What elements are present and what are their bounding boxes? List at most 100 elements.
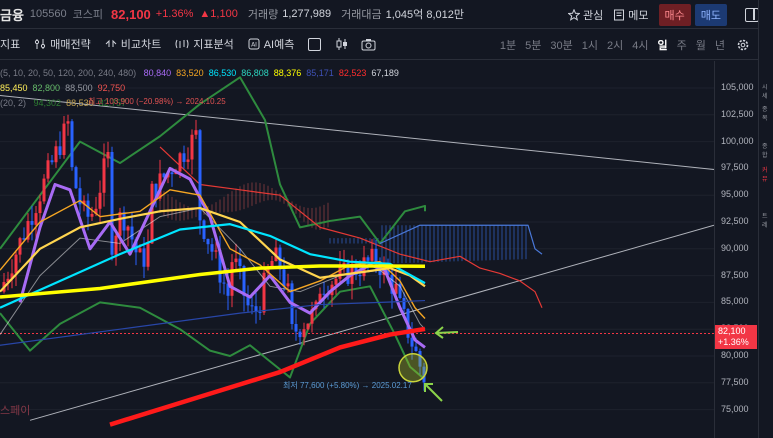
price-axis[interactable]: 105,000 102,500 100,000 97,500 95,000 92,500 9… (714, 61, 758, 438)
right-side-panel: 시세 종목 종합 커뮤 트레 (758, 0, 773, 438)
side-item-quote[interactable]: 시세 (762, 82, 773, 100)
ma-value-5: 85,171 (306, 68, 334, 78)
timeframe-day[interactable]: 일 (658, 37, 668, 53)
candle-body (334, 278, 338, 285)
timeframe-2h[interactable]: 2시 (607, 37, 623, 53)
candle-body (46, 160, 50, 179)
candlestick-icon[interactable] (335, 37, 349, 51)
indicators-button[interactable]: 지표 (0, 36, 20, 52)
candle-body (66, 121, 70, 124)
current-price-tag-pct: +1.36% (718, 337, 749, 347)
up-triangle-icon: ▲ (199, 8, 211, 20)
side-item-community[interactable]: 커뮤 (762, 165, 773, 183)
candle-body (38, 201, 42, 214)
side-item-stock[interactable]: 종목 (762, 104, 773, 122)
compare-chart-button[interactable]: 비교차트 (105, 36, 161, 52)
camera-icon[interactable] (361, 38, 376, 51)
timeframe-4h[interactable]: 4시 (632, 37, 648, 53)
candle-body (58, 146, 62, 156)
price-tick: 100,000 (721, 135, 754, 146)
candle-body (206, 238, 210, 245)
price-tick: 77,500 (721, 376, 749, 387)
timeframe-5m[interactable]: 5분 (525, 37, 541, 53)
candle-body (106, 152, 110, 159)
timeframe-month[interactable]: 월 (696, 37, 706, 53)
header-actions: 관심 메모 매수 매도 (568, 0, 773, 29)
timeframe-week[interactable]: 주 (677, 37, 687, 53)
stock-name[interactable]: 금융 (0, 5, 24, 24)
sell-button[interactable]: 매도 (694, 3, 727, 26)
price-chart[interactable]: (5, 10, 20, 50, 120, 200, 240, 480) 80,8… (0, 61, 714, 438)
candle-body (198, 130, 202, 221)
gear-icon[interactable] (736, 38, 750, 52)
candle-body (202, 220, 206, 239)
price-tick: 75,000 (721, 403, 749, 414)
candle-body (258, 312, 262, 314)
amount-value: 1,045억 8,012만 (385, 9, 464, 21)
candle-body (90, 213, 94, 217)
square-draw-icon[interactable] (308, 37, 322, 51)
candle-body (366, 257, 370, 261)
star-icon (568, 8, 580, 21)
strategy-button[interactable]: 매매전략 (34, 36, 91, 52)
change-amount-value: 1,100 (210, 8, 238, 20)
watchlist-button[interactable]: 관심 (568, 7, 603, 23)
candle-body (402, 298, 406, 309)
candle-body (74, 167, 78, 189)
chart-toolbar: 지표 매매전략 비교차트 지표분석 AI AI예측 1분 5분 30분 1시 2… (0, 29, 758, 60)
timeframe-year[interactable]: 년 (715, 37, 725, 53)
ichimoku-value-0: 85,450 (0, 83, 28, 93)
stock-code: 105560 (29, 8, 67, 20)
candle-body (54, 146, 58, 163)
ma-values: 80,840 83,520 86,530 86,808 88,376 85,171 82,5… (144, 68, 404, 78)
candle-body (62, 123, 66, 156)
ma-value-2: 86,530 (208, 68, 237, 78)
candle-body (286, 283, 290, 287)
candle-body (34, 213, 38, 225)
side-panel-toggle-icon[interactable] (745, 7, 759, 22)
candle-body (282, 269, 286, 287)
candle-body (130, 226, 134, 240)
candle-body (210, 244, 214, 252)
candle-body (358, 274, 362, 277)
ma-params: (5, 10, 20, 50, 120, 200, 240, 480) (0, 68, 137, 78)
change-percent: +1.36% (155, 8, 194, 20)
candle-body (126, 226, 130, 231)
low-highlight-circle (398, 353, 428, 383)
timeframe-1m[interactable]: 1분 (500, 37, 516, 53)
price-arrow (435, 331, 459, 334)
current-price: 82,100 (111, 6, 151, 22)
ichimoku-legend: 85,450 82,800 88,500 92,750 (0, 83, 135, 93)
candle-body (98, 192, 102, 209)
candle-body (114, 235, 118, 255)
candle-body (302, 329, 306, 338)
timeframe-30m[interactable]: 30분 (550, 37, 572, 53)
candle-body (230, 262, 234, 296)
memo-button[interactable]: 메모 (613, 7, 649, 23)
watermark-text: 스페이 (0, 405, 31, 417)
ma-legend: (5, 10, 20, 50, 120, 200, 240, 480) 80,8… (0, 68, 409, 78)
current-price-tag-value: 82,100 (718, 326, 746, 336)
side-item-summary[interactable]: 종합 (762, 141, 773, 159)
volume-value: 1,277,989 (282, 8, 332, 20)
candle-body (42, 178, 46, 202)
indicators-label: 지표 (0, 39, 21, 51)
memo-label: 메모 (628, 9, 649, 22)
price-tick: 105,000 (721, 82, 754, 92)
current-price-tag: 82,100 +1.36% (715, 325, 757, 349)
indicator-analysis-button[interactable]: 지표분석 (175, 36, 234, 52)
candle-body (30, 221, 34, 225)
low-arrow (424, 383, 443, 402)
candle-body (250, 305, 254, 307)
compare-label: 비교차트 (120, 39, 162, 51)
candle-body (238, 258, 242, 266)
candle-body (118, 212, 122, 236)
timeframe-1h[interactable]: 1시 (582, 37, 598, 53)
candle-body (146, 243, 150, 267)
ichimoku-value-1: 82,800 (32, 83, 61, 93)
ai-forecast-button[interactable]: AI AI예측 (248, 36, 294, 52)
buy-button[interactable]: 매수 (658, 3, 691, 26)
side-item-trade[interactable]: 트레 (762, 211, 773, 229)
candle-body (294, 323, 298, 332)
price-tick: 87,500 (721, 269, 749, 280)
